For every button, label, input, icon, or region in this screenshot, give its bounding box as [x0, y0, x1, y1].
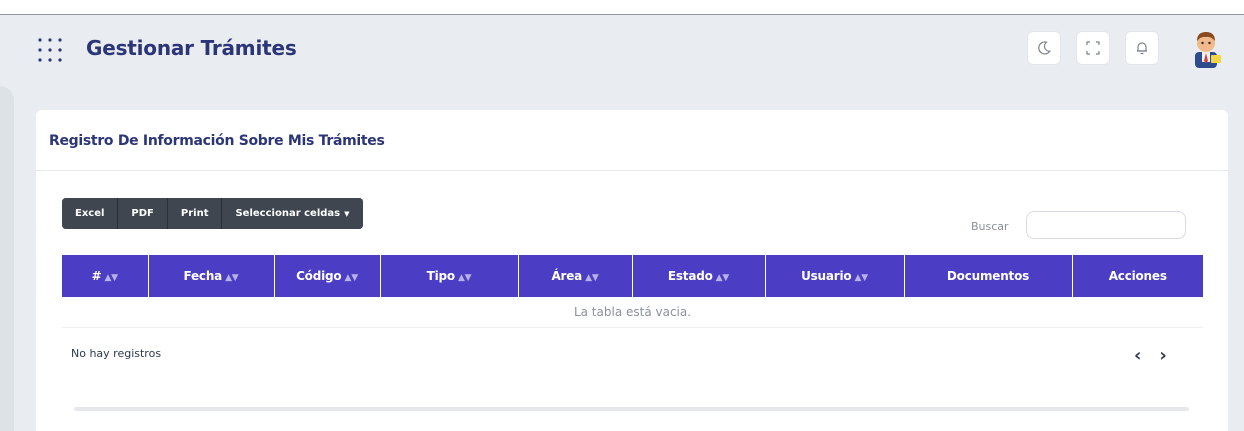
next-page-button[interactable]: ›: [1159, 347, 1166, 365]
column-header-documentos: Documentos: [904, 255, 1073, 297]
empty-table-message: La tabla está vacia.: [62, 297, 1203, 328]
sort-icon: ▲▼: [225, 273, 239, 283]
sort-icon: ▲▼: [715, 273, 730, 283]
column-header-estado[interactable]: Estado ▲▼: [632, 255, 766, 297]
column-label: Estado: [667, 269, 713, 283]
column-label: #: [91, 269, 102, 283]
column-label: Código: [296, 269, 342, 283]
excel-button[interactable]: Excel: [62, 198, 119, 229]
sort-icon: ▲▼: [457, 273, 472, 283]
table-header-row: # ▲▼ Fecha ▲▼ Código ▲▼ Tipo ▲▼ Área ▲▼ Estad…: [62, 255, 1203, 297]
pdf-button[interactable]: PDF: [118, 198, 168, 229]
select-cells-label: Seleccionar celdas: [235, 208, 341, 219]
column-label: Tipo: [426, 269, 456, 283]
moon-icon: [1038, 41, 1051, 55]
fullscreen-button[interactable]: [1076, 31, 1110, 65]
column-label: Fecha: [183, 269, 223, 283]
horizontal-scrollbar[interactable]: [74, 407, 1189, 411]
dark-mode-button[interactable]: [1027, 31, 1061, 65]
export-button-group: Excel PDF Print Seleccionar celdas ▼: [62, 198, 363, 229]
avatar[interactable]: [1187, 28, 1225, 68]
sort-icon: ▲▼: [585, 273, 599, 283]
column-header-acciones: Acciones: [1072, 255, 1203, 297]
page-title: Gestionar Trámites: [86, 36, 297, 60]
column-header-codigo[interactable]: Código ▲▼: [274, 255, 381, 297]
column-header-area[interactable]: Área ▲▼: [518, 255, 633, 297]
window-top-bar: [0, 0, 1244, 15]
card-title: Registro De Información Sobre Mis Trámit…: [49, 133, 385, 149]
card-divider: [36, 170, 1228, 171]
column-header-fecha[interactable]: Fecha ▲▼: [148, 255, 275, 297]
search-label: Buscar: [971, 220, 1009, 233]
column-header-number[interactable]: # ▲▼: [62, 255, 149, 297]
notifications-button[interactable]: [1125, 31, 1159, 65]
pagination: ‹ ›: [1134, 347, 1167, 365]
table-row: La tabla está vacia.: [62, 297, 1203, 328]
column-label: Usuario: [801, 269, 852, 283]
sort-icon: ▲▼: [344, 273, 358, 283]
search-input[interactable]: [1026, 211, 1186, 239]
tramites-table: # ▲▼ Fecha ▲▼ Código ▲▼ Tipo ▲▼ Área ▲▼ Estad…: [62, 255, 1203, 328]
table-info: No hay registros: [71, 347, 162, 360]
select-cells-dropdown[interactable]: Seleccionar celdas ▼: [222, 198, 363, 229]
column-header-usuario[interactable]: Usuario ▲▼: [765, 255, 905, 297]
page-header: Gestionar Trámites: [0, 16, 1244, 86]
sort-icon: ▲▼: [854, 273, 868, 283]
grid-menu-icon[interactable]: [37, 37, 63, 63]
caret-down-icon: ▼: [344, 209, 350, 218]
sort-icon: ▲▼: [104, 273, 118, 283]
column-label: Área: [551, 269, 583, 283]
tramites-card: Registro De Información Sobre Mis Trámit…: [36, 110, 1228, 431]
bell-icon: [1137, 42, 1147, 55]
fullscreen-icon: [1086, 41, 1100, 55]
previous-page-button[interactable]: ‹: [1134, 347, 1141, 365]
column-header-tipo[interactable]: Tipo ▲▼: [380, 255, 519, 297]
tramites-table-wrapper: # ▲▼ Fecha ▲▼ Código ▲▼ Tipo ▲▼ Área ▲▼ Estad…: [62, 255, 1203, 328]
print-button[interactable]: Print: [167, 198, 223, 229]
sidebar-edge: [0, 86, 14, 431]
